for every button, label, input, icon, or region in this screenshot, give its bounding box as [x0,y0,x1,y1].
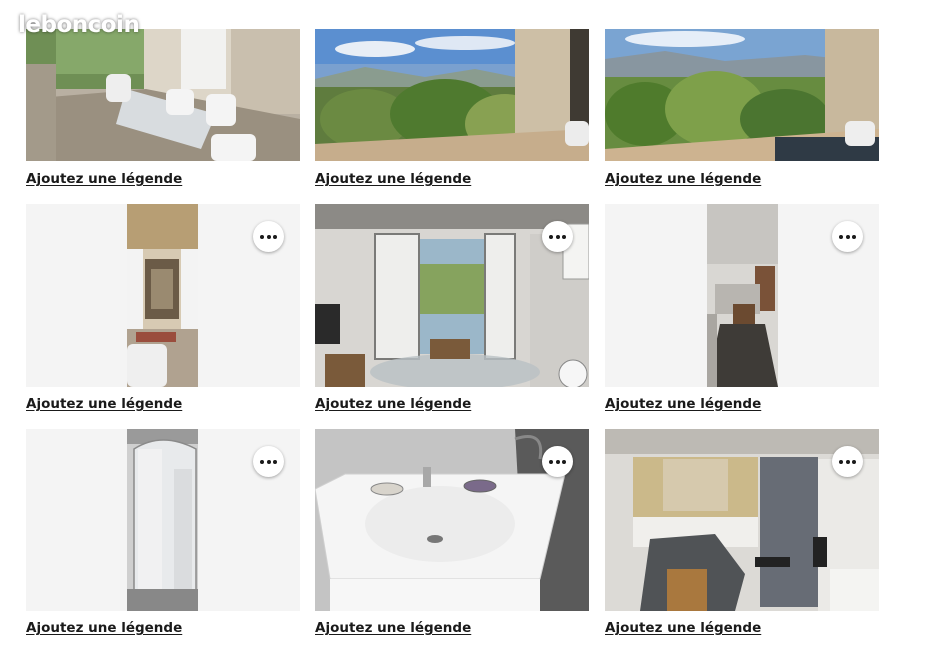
more-horizontal-icon-dot [555,459,560,464]
more-horizontal-icon [260,459,265,464]
caption-link-1[interactable]: Ajoutez une légende [26,171,182,187]
photo-tile-view-1[interactable] [315,29,589,161]
more-horizontal-icon-dot [845,459,850,464]
photo-menu-button[interactable] [832,221,863,252]
caption-link-9[interactable]: Ajoutez une légende [605,620,761,636]
more-horizontal-icon-dot [561,234,566,239]
more-horizontal-icon-dot [845,234,850,239]
caption-link-5[interactable]: Ajoutez une légende [315,396,471,412]
photo-tile-bedroom[interactable] [605,429,879,611]
photo-menu-button[interactable] [253,221,284,252]
photo-tile-view-2[interactable] [605,29,879,161]
more-horizontal-icon [549,234,554,239]
more-horizontal-icon [839,459,844,464]
more-horizontal-icon-dot [272,459,277,464]
more-horizontal-icon-dot [555,234,560,239]
photo-tile-doorway[interactable] [26,204,300,387]
more-horizontal-icon-dot [851,234,856,239]
more-horizontal-icon [549,459,554,464]
photo-garden-view [605,29,879,161]
more-horizontal-icon-dot [266,234,271,239]
caption-link-8[interactable]: Ajoutez une légende [315,620,471,636]
leboncoin-watermark: leboncoin [18,12,140,38]
photo-menu-button[interactable] [542,221,573,252]
more-horizontal-icon [260,234,265,239]
photo-menu-button[interactable] [542,446,573,477]
caption-link-6[interactable]: Ajoutez une légende [605,396,761,412]
more-horizontal-icon-dot [851,459,856,464]
photo-tile-shower[interactable] [26,429,300,611]
photo-menu-button[interactable] [253,446,284,477]
photo-tile-hallway[interactable] [605,204,879,387]
caption-link-4[interactable]: Ajoutez une légende [26,396,182,412]
caption-link-2[interactable]: Ajoutez une légende [315,171,471,187]
caption-link-3[interactable]: Ajoutez une légende [605,171,761,187]
photo-tile-living-room[interactable] [315,204,589,387]
caption-link-7[interactable]: Ajoutez une légende [26,620,182,636]
photo-tile-sink[interactable] [315,429,589,611]
photo-terrace-table [26,29,300,161]
more-horizontal-icon [839,234,844,239]
more-horizontal-icon-dot [266,459,271,464]
photo-tile-terrace[interactable] [26,29,300,161]
photo-menu-button[interactable] [832,446,863,477]
more-horizontal-icon-dot [561,459,566,464]
photo-sea-view [315,29,589,161]
more-horizontal-icon-dot [272,234,277,239]
